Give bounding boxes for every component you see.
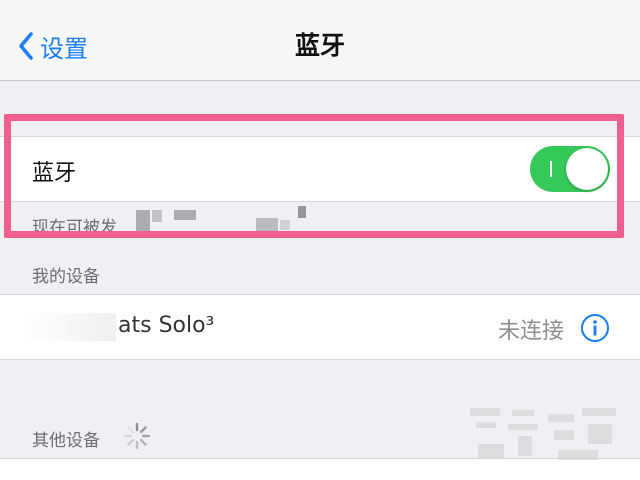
- device-name: ats Solo³: [118, 313, 215, 338]
- blurred-device-name: [174, 210, 196, 220]
- loading-spinner-icon: [123, 422, 151, 450]
- my-devices-header: 我的设备: [32, 267, 100, 287]
- blurred-device-name: [152, 210, 162, 222]
- navigation-bar: 设置 蓝牙: [0, 0, 640, 81]
- toggle-knob: [566, 148, 608, 190]
- watermark-logo: [470, 408, 616, 460]
- page-title: 蓝牙: [294, 31, 345, 60]
- toggle-on-indicator: [550, 161, 552, 177]
- bluetooth-settings-screen: 设置 蓝牙 蓝牙 现在可被发 我的设备 ats Solo³ 未连接 其他设备: [0, 0, 640, 480]
- blurred-device-name: [136, 210, 150, 232]
- other-devices-header: 其他设备: [32, 431, 100, 451]
- device-row[interactable]: ats Solo³ 未连接: [0, 294, 640, 360]
- blurred-device-name: [256, 218, 278, 232]
- info-icon[interactable]: [580, 313, 610, 343]
- bluetooth-toggle[interactable]: [530, 146, 610, 192]
- device-status: 未连接: [497, 319, 564, 344]
- blurred-device-name: [298, 206, 306, 218]
- discoverable-caption: 现在可被发: [32, 218, 117, 238]
- blurred-device-name: [280, 220, 290, 230]
- blurred-device-prefix: [20, 313, 116, 341]
- bluetooth-label: 蓝牙: [32, 161, 77, 186]
